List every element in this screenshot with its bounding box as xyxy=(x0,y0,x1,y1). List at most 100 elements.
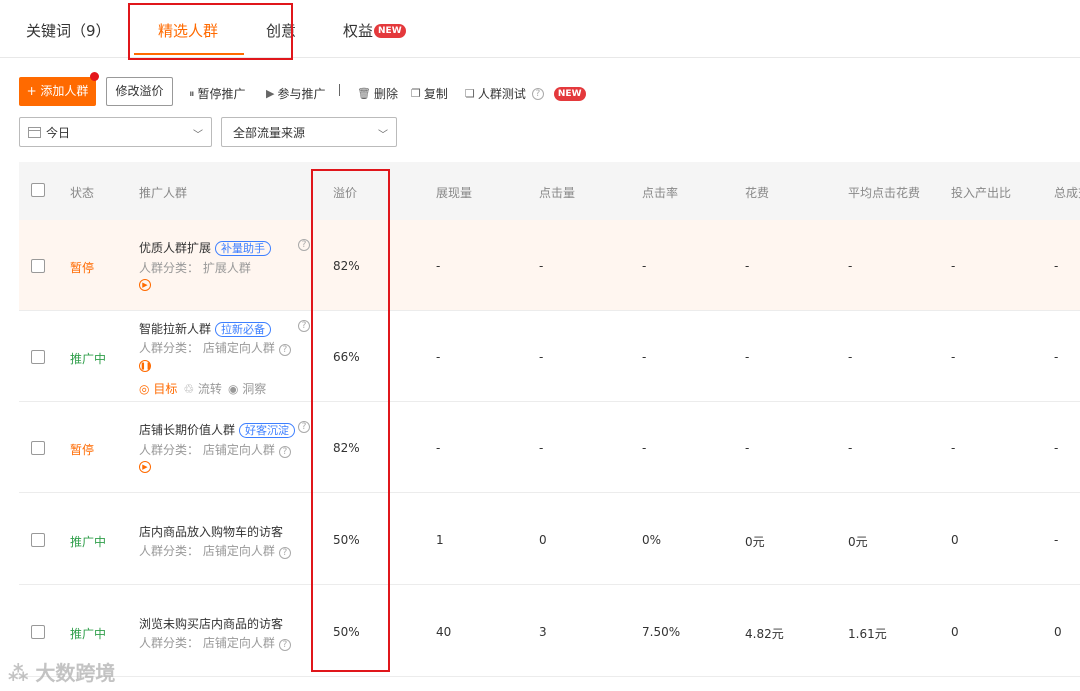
add-crowd-button[interactable]: + 添加人群 xyxy=(19,77,96,106)
impressions-value: 40 xyxy=(436,625,452,639)
table-row: 暂停 优质人群扩展 补量助手 ? 人群分类： 扩展人群 ▶ 82% - - - -… xyxy=(19,220,1080,311)
crowd-name[interactable]: 优质人群扩展 补量助手 xyxy=(139,239,272,256)
flow-action[interactable]: ♲ 流转 xyxy=(183,382,222,396)
test-icon: ❏ xyxy=(465,87,475,100)
row-checkbox[interactable] xyxy=(31,259,45,273)
impressions-value: - xyxy=(436,259,441,273)
traffic-source-select[interactable]: 全部流量来源 ﹀ xyxy=(221,117,397,147)
status-text: 暂停 xyxy=(70,443,95,457)
crowd-category: 人群分类： 扩展人群 xyxy=(139,261,251,275)
trash-icon: 🗑 xyxy=(357,87,371,100)
impressions-value: - xyxy=(436,350,441,364)
roi-value: - xyxy=(951,259,956,273)
play-icon[interactable]: ▶ xyxy=(139,279,151,291)
highlight-box-premium-column xyxy=(311,169,390,672)
clicks-value: - xyxy=(539,259,544,273)
help-icon[interactable]: ? xyxy=(278,446,291,458)
column-header[interactable]: 点击率 xyxy=(642,184,678,201)
help-icon[interactable]: ? xyxy=(298,421,310,433)
clicks-value: - xyxy=(539,441,544,455)
crowd-tag: 拉新必备 xyxy=(215,322,272,337)
cost-value: - xyxy=(745,259,750,273)
crowd-test-button[interactable]: ❏ 人群测试? NEW xyxy=(465,85,586,102)
status-text: 推广中 xyxy=(70,535,107,549)
ctr-value: - xyxy=(642,441,647,455)
column-header[interactable]: 平均点击花费 xyxy=(848,184,920,201)
play-icon[interactable]: ▶ xyxy=(139,461,151,473)
eye-icon: ◉ xyxy=(227,382,239,396)
roi-value: - xyxy=(951,350,956,364)
cpc-value: - xyxy=(848,350,853,364)
crowd-test-label: 人群测试 xyxy=(477,87,526,101)
crowd-tag: 补量助手 xyxy=(215,241,272,256)
modify-premium-button[interactable]: 修改溢价 xyxy=(106,77,173,106)
help-icon[interactable]: ? xyxy=(531,87,544,100)
row-checkbox[interactable] xyxy=(31,625,45,639)
flow-label: 流转 xyxy=(197,382,222,396)
cost-value: - xyxy=(745,350,750,364)
total-value: - xyxy=(1054,533,1059,547)
select-all-checkbox[interactable] xyxy=(31,183,45,197)
crowd-name[interactable]: 店内商品放入购物车的访客 xyxy=(139,523,283,540)
column-header[interactable]: 花费 xyxy=(745,184,769,201)
target-action[interactable]: ◎ 目标 xyxy=(139,382,177,396)
column-header: 状态 xyxy=(70,186,95,200)
notification-dot xyxy=(90,72,99,81)
column-header[interactable]: 投入产出比 xyxy=(951,184,1011,201)
watermark-logo-icon: ⁂ xyxy=(8,661,36,685)
pause-icon[interactable]: ❚❚ xyxy=(139,360,152,372)
row-checkbox[interactable] xyxy=(31,441,45,455)
join-button[interactable]: ▶ 参与推广 xyxy=(266,85,325,102)
date-value: 今日 xyxy=(46,125,71,140)
tab-benefits[interactable]: 权益 NEW xyxy=(343,20,406,41)
target-icon: ◎ xyxy=(139,382,150,396)
cost-value: 0元 xyxy=(745,535,765,549)
new-badge: NEW xyxy=(374,24,406,38)
new-badge: NEW xyxy=(553,86,586,101)
impressions-value: - xyxy=(436,441,441,455)
help-icon[interactable]: ? xyxy=(278,639,291,651)
help-icon[interactable]: ? xyxy=(298,239,310,251)
join-label: 参与推广 xyxy=(277,87,326,101)
crowd-category-text: 人群分类： 店铺定向人群 xyxy=(139,544,275,558)
cpc-value: 0元 xyxy=(848,535,868,549)
date-select[interactable]: 今日 ﹀ xyxy=(19,117,212,147)
cost-value: - xyxy=(745,441,750,455)
help-icon[interactable]: ? xyxy=(278,547,291,559)
insight-action[interactable]: ◉ 洞察 xyxy=(228,382,266,396)
crowd-name[interactable]: 店铺长期价值人群 好客沉淀 xyxy=(139,421,296,438)
total-value: - xyxy=(1054,259,1059,273)
status-text: 暂停 xyxy=(70,261,95,275)
column-header[interactable]: 总成交 xyxy=(1054,184,1080,201)
crowd-name-text: 智能拉新人群 xyxy=(139,322,212,336)
copy-button[interactable]: ❐ 复制 xyxy=(411,85,448,102)
crowd-name[interactable]: 浏览未购买店内商品的访客 xyxy=(139,615,283,632)
impressions-value: 1 xyxy=(436,533,444,547)
column-header[interactable]: 点击量 xyxy=(539,184,575,201)
tab-keywords[interactable]: 关键词（9） xyxy=(26,20,111,41)
pause-button[interactable]: ⏸ 暂停推广 xyxy=(189,85,246,102)
help-icon[interactable]: ? xyxy=(298,320,310,332)
copy-icon: ❐ xyxy=(411,87,421,100)
roi-value: - xyxy=(951,441,956,455)
crowd-name-text: 店铺长期价值人群 xyxy=(139,423,236,437)
tab-benefits-label: 权益 xyxy=(343,22,374,40)
roi-value: 0 xyxy=(951,533,959,547)
toolbar-divider xyxy=(339,84,340,96)
delete-button[interactable]: 🗑 删除 xyxy=(357,85,398,102)
row-checkbox[interactable] xyxy=(31,350,45,364)
cost-value: 4.82元 xyxy=(745,627,784,641)
crowd-category: 人群分类： 店铺定向人群? xyxy=(139,634,291,651)
clicks-value: 0 xyxy=(539,533,547,547)
cpc-value: - xyxy=(848,441,853,455)
ctr-value: - xyxy=(642,259,647,273)
table-row: 推广中 浏览未购买店内商品的访客 人群分类： 店铺定向人群? 50% 40 3 … xyxy=(19,585,1080,677)
row-checkbox[interactable] xyxy=(31,533,45,547)
roi-value: 0 xyxy=(951,625,959,639)
column-header[interactable]: 展现量 xyxy=(436,184,472,201)
ctr-value: 7.50% xyxy=(642,625,681,639)
highlight-box-tabs xyxy=(128,3,293,60)
help-icon[interactable]: ? xyxy=(278,344,291,356)
crowd-name[interactable]: 智能拉新人群 拉新必备 xyxy=(139,320,272,337)
clicks-value: - xyxy=(539,350,544,364)
